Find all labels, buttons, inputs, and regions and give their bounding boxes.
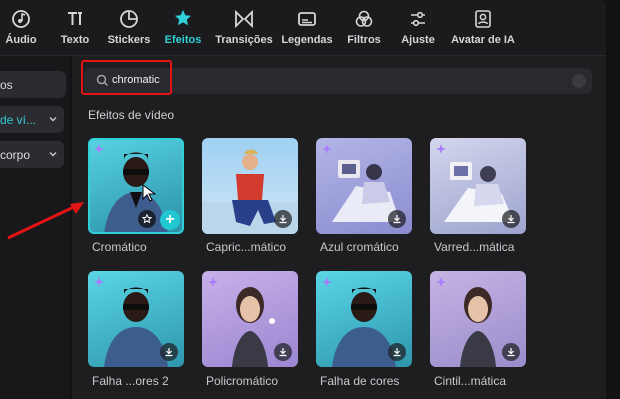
tab-label: Áudio xyxy=(5,34,37,46)
tab-adjust[interactable]: Ajuste xyxy=(398,8,438,50)
tab-text[interactable]: Texto xyxy=(58,8,92,50)
chevron-down-icon xyxy=(49,152,57,157)
download-icon xyxy=(393,348,401,357)
sparkle-icon xyxy=(436,277,446,287)
effect-label: Cintil...mática xyxy=(434,374,507,388)
sidebar-item-label: de ví... xyxy=(0,112,37,127)
sparkle-icon xyxy=(94,277,104,287)
effect-card[interactable]: + xyxy=(88,138,184,234)
search-highlight-box xyxy=(81,60,172,95)
effect-label: Falha de cores xyxy=(320,374,400,388)
chevron-down-icon xyxy=(49,117,57,122)
download-icon xyxy=(393,215,401,224)
download-button[interactable] xyxy=(388,343,406,361)
star-icon xyxy=(142,214,152,224)
download-button[interactable] xyxy=(274,343,292,361)
tab-transitions[interactable]: Transições xyxy=(214,8,274,50)
effect-card[interactable] xyxy=(316,271,412,367)
sparkle-icon xyxy=(94,144,104,154)
add-effect-button[interactable]: + xyxy=(160,210,180,230)
download-icon xyxy=(507,215,515,224)
filters-icon xyxy=(353,8,375,30)
effect-label: Varred...mática xyxy=(434,240,515,254)
stickers-icon xyxy=(118,8,140,30)
tab-label: Stickers xyxy=(107,34,151,46)
tab-label: Transições xyxy=(215,34,273,46)
tab-label: Efeitos xyxy=(164,34,202,46)
effect-label: Capric...mático xyxy=(206,240,287,254)
download-icon xyxy=(279,215,287,224)
tab-label: Legendas xyxy=(281,34,333,46)
sparkle-icon xyxy=(208,277,218,287)
tab-label: Filtros xyxy=(347,34,381,46)
sidebar-item-1[interactable]: os xyxy=(0,71,66,98)
download-button[interactable] xyxy=(274,210,292,228)
tab-label: Ajuste xyxy=(401,34,435,46)
transitions-icon xyxy=(233,8,255,30)
sidebar-item-body-effects[interactable]: corpo xyxy=(0,141,64,168)
sidebar-item-video-effects[interactable]: de ví... xyxy=(0,106,64,133)
category-sidebar: os de ví... corpo xyxy=(0,56,70,399)
tab-label: Texto xyxy=(60,34,90,46)
audio-icon xyxy=(10,8,32,30)
effects-panel: chromatic Efeitos de vídeo + Cromático C… xyxy=(72,56,606,399)
effect-label: Azul cromático xyxy=(320,240,399,254)
effect-card[interactable] xyxy=(202,138,298,234)
sparkle-icon xyxy=(436,144,446,154)
effect-label: Policromático xyxy=(206,374,279,388)
tab-label: Avatar de IA xyxy=(451,34,515,46)
tab-stickers[interactable]: Stickers xyxy=(106,8,152,50)
effect-label: Cromático xyxy=(92,240,147,254)
sparkle-icon xyxy=(322,144,332,154)
effect-card[interactable] xyxy=(88,271,184,367)
download-icon xyxy=(507,348,515,357)
effect-card[interactable] xyxy=(430,271,526,367)
ai-avatar-icon xyxy=(472,8,494,30)
section-title: Efeitos de vídeo xyxy=(88,108,175,122)
tab-filters[interactable]: Filtros xyxy=(344,8,384,50)
tab-captions[interactable]: Legendas xyxy=(281,8,333,50)
favorite-button[interactable] xyxy=(138,210,156,228)
mouse-cursor-icon xyxy=(142,184,156,202)
clear-search-icon[interactable] xyxy=(572,74,586,88)
effect-label: Falha ...ores 2 xyxy=(92,374,169,388)
sidebar-item-label: corpo xyxy=(0,147,31,162)
tab-ai-avatar[interactable]: Avatar de IA xyxy=(450,8,516,50)
toolbar: Áudio Texto Stickers Efeitos Transições … xyxy=(0,0,606,56)
effect-card[interactable] xyxy=(202,271,298,367)
download-icon xyxy=(165,348,173,357)
adjust-icon xyxy=(407,8,429,30)
download-button[interactable] xyxy=(502,343,520,361)
download-icon xyxy=(279,348,287,357)
tab-effects[interactable]: Efeitos xyxy=(162,8,204,50)
text-icon xyxy=(64,8,86,30)
download-button[interactable] xyxy=(502,210,520,228)
sparkle-icon xyxy=(322,277,332,287)
effect-card[interactable] xyxy=(316,138,412,234)
tab-audio[interactable]: Áudio xyxy=(4,8,38,50)
download-button[interactable] xyxy=(388,210,406,228)
effect-card[interactable] xyxy=(430,138,526,234)
download-button[interactable] xyxy=(160,343,178,361)
sidebar-item-label: os xyxy=(0,77,13,92)
captions-icon xyxy=(296,8,318,30)
effects-icon xyxy=(172,8,194,30)
